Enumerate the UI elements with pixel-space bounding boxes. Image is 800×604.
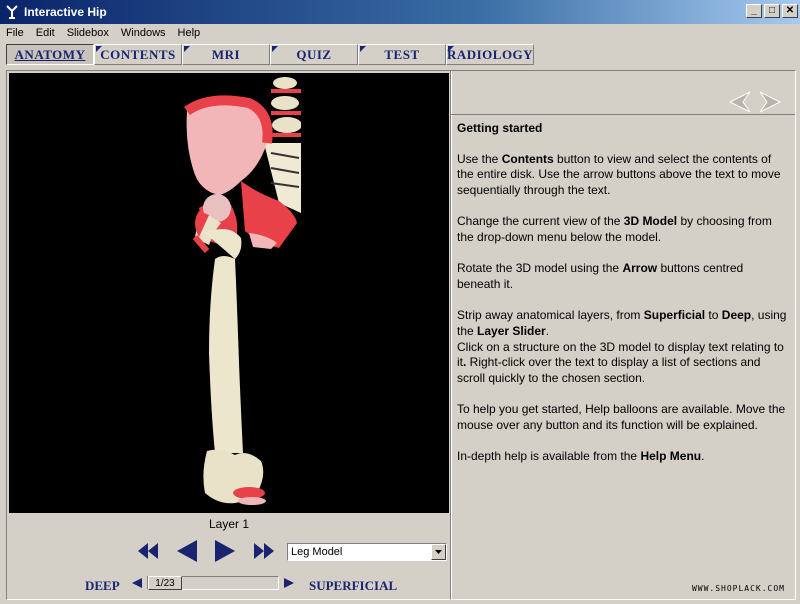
previous-page-button[interactable] (728, 91, 751, 116)
small-left-arrow-icon (132, 578, 142, 588)
help-text[interactable]: Getting started Use the Contents button … (457, 121, 787, 480)
layer-label: Layer 1 (208, 517, 250, 531)
help-paragraph: In-depth help is available from the Help… (457, 449, 705, 464)
menu-file[interactable]: File (6, 27, 24, 39)
deep-label: DEEP (85, 578, 120, 593)
tab-anatomy[interactable]: ANATOMY (6, 44, 94, 65)
maximize-button[interactable]: □ (764, 4, 780, 18)
text-nav-bar (451, 71, 795, 115)
left-arrow-icon (728, 91, 751, 113)
model-panel: Layer 1 Leg Model DEEP 1/23 SUPERFICIAL (6, 70, 452, 600)
menu-slidebox[interactable]: Slidebox (67, 27, 109, 39)
right-arrow-icon (215, 540, 235, 562)
help-paragraph: Strip away anatomical layers, from Super… (457, 308, 787, 385)
menu-bar: File Edit Slidebox Windows Help (0, 24, 800, 42)
right-arrow-icon (759, 91, 782, 113)
rotate-left-button[interactable] (175, 539, 199, 563)
layer-deeper-button[interactable] (131, 577, 143, 592)
tab-mri[interactable]: MRI (182, 44, 270, 65)
rotate-fast-right-button[interactable] (253, 542, 275, 560)
tab-test[interactable]: TEST (358, 44, 446, 65)
layer-superficial-button[interactable] (283, 577, 295, 592)
double-right-arrow-icon (254, 543, 274, 559)
superficial-label: SUPERFICIAL (309, 578, 398, 593)
tab-contents[interactable]: CONTENTS (94, 44, 182, 65)
model-view-select[interactable]: Leg Model (287, 543, 447, 561)
layer-slider-thumb[interactable]: 1/23 (148, 576, 182, 590)
model-view-value: Leg Model (291, 546, 343, 558)
help-paragraph: Use the Contents button to view and sele… (457, 151, 781, 198)
menu-help[interactable]: Help (178, 27, 201, 39)
help-heading: Getting started (457, 121, 543, 135)
rotate-right-button[interactable] (213, 539, 237, 563)
small-right-arrow-icon (284, 578, 294, 588)
watermark: WWW.SHOPLACK.COM (691, 584, 785, 593)
layer-slider[interactable]: 1/23 (147, 576, 279, 590)
menu-edit[interactable]: Edit (36, 27, 55, 39)
left-arrow-icon (177, 540, 197, 562)
help-paragraph: Rotate the 3D model using the Arrow butt… (457, 261, 744, 291)
rotate-fast-left-button[interactable] (137, 542, 159, 560)
tab-radiology[interactable]: RADIOLOGY (446, 44, 534, 65)
app-icon (6, 5, 18, 19)
rotation-controls (137, 539, 275, 563)
close-button[interactable]: ✕ (782, 4, 798, 18)
3d-model-viewer[interactable] (9, 73, 449, 513)
menu-windows[interactable]: Windows (121, 27, 166, 39)
help-paragraph: Change the current view of the 3D Model … (457, 214, 772, 245)
text-panel: Getting started Use the Contents button … (450, 70, 796, 600)
window-title: Interactive Hip (24, 5, 107, 19)
minimize-button[interactable]: _ (746, 4, 762, 18)
dropdown-arrow-icon[interactable] (431, 544, 446, 560)
tab-quiz[interactable]: QUIZ (270, 44, 358, 65)
title-bar: Interactive Hip _ □ ✕ (0, 0, 800, 24)
help-paragraph: To help you get started, Help balloons a… (457, 402, 786, 432)
hip-model-image[interactable] (9, 73, 449, 513)
double-left-arrow-icon (138, 543, 158, 559)
tab-bar: ANATOMY CONTENTS MRI QUIZ TEST RADIOLOGY (6, 44, 534, 65)
spine[interactable] (264, 73, 449, 213)
next-page-button[interactable] (759, 91, 782, 116)
